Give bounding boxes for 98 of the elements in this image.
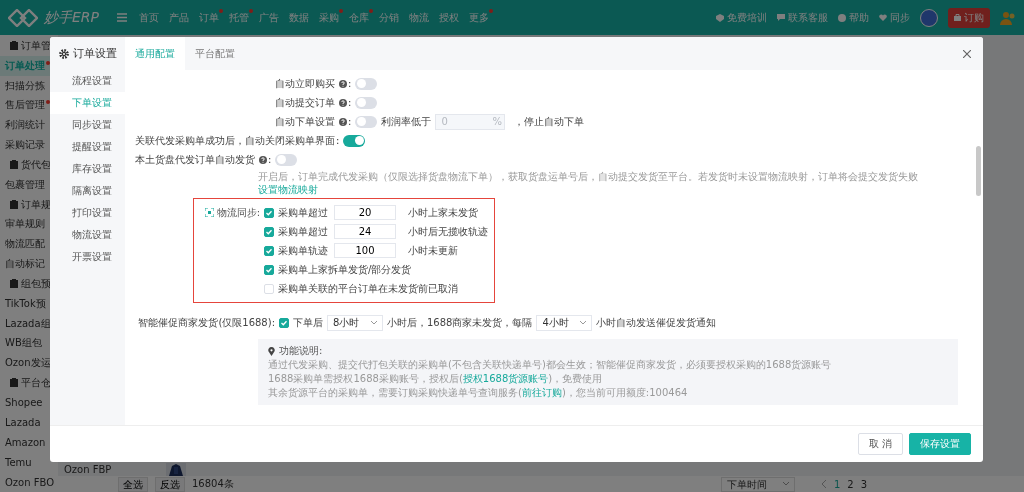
toggle-switch[interactable] (355, 96, 378, 109)
checkbox[interactable] (264, 226, 274, 237)
settings-nav-item[interactable]: 库存设置 (50, 158, 125, 180)
settings-nav-item[interactable]: 同步设置 (50, 114, 125, 136)
colon: : (268, 154, 272, 165)
logo-icon (8, 8, 38, 27)
setting-text: 小时后无揽收轨迹 (408, 224, 488, 239)
toggle-switch[interactable] (275, 153, 298, 166)
setting-text: 小时后，1688商家未发货，每隔 (387, 316, 533, 330)
setting-description: 开启后，订单完成代发采购（仅限选择货盘物流下单），获取货盘运单号后，自动提交发货至平台。若发货时未设置物流映射，订单将会提交发货失败 设置物流映射 (258, 170, 919, 196)
clipboard-icon (10, 378, 18, 388)
invert-selection-button[interactable]: 反选 (155, 476, 185, 492)
info-text: 1688采购单需授权1688采购账号，授权后(授权1688货源账号)，免费使用 (268, 372, 604, 386)
checkbox-label: 采购单轨迹 (278, 243, 329, 258)
info-link[interactable]: 授权1688货源账号 (462, 373, 549, 384)
setting-label: 自动提交订单 (274, 95, 335, 110)
checkbox-label: 下单后 (293, 316, 323, 330)
settings-icon (59, 48, 69, 59)
hours-select[interactable]: 8小时 (327, 315, 383, 331)
chevron-down-icon (782, 482, 789, 486)
badge-icon (716, 13, 724, 22)
pin-icon (268, 346, 275, 356)
tab[interactable]: 平台配置 (185, 37, 245, 70)
menu-icon[interactable] (117, 13, 127, 22)
avatar-icon[interactable] (920, 8, 938, 27)
settings-nav-item[interactable]: 提醒设置 (50, 136, 125, 158)
mapping-link[interactable]: 设置物流映射 (258, 184, 318, 195)
colon: : (348, 78, 352, 89)
settings-nav-item[interactable]: 下单设置 (50, 92, 125, 114)
setting-text: ，停止自动下单 (513, 114, 584, 129)
settings-nav-item[interactable]: 物流设置 (50, 224, 125, 246)
select-all-button[interactable]: 全选 (118, 476, 148, 492)
page-link[interactable]: 2 (847, 478, 854, 490)
page-link[interactable]: 3 (860, 478, 867, 490)
help-icon (838, 13, 846, 22)
sidebar-group-label: 订单管 (21, 38, 51, 53)
order-button[interactable]: 订购 (948, 7, 990, 28)
people-icon[interactable] (1000, 10, 1016, 25)
setting-label: 智能催促商家发货(仅限1688): (137, 316, 275, 330)
toggle-switch[interactable] (343, 134, 366, 147)
hours-field[interactable]: 100 (334, 243, 396, 258)
settings-nav-item[interactable]: 打印设置 (50, 202, 125, 224)
tab[interactable]: 通用配置 (125, 37, 185, 70)
cancel-button[interactable]: 取 消 (857, 433, 903, 455)
setting-label: 自动立即购买 (274, 76, 335, 91)
heart-icon (879, 13, 887, 22)
chevron-left-icon[interactable] (821, 480, 827, 488)
clipboard-icon (10, 279, 18, 289)
checkbox[interactable] (264, 245, 274, 256)
setting-text: 小时自动发送催促发货通知 (596, 316, 717, 330)
checkbox-label: 采购单上家拆单发货/部分发货 (278, 262, 412, 277)
settings-nav-item[interactable]: 隔离设置 (50, 180, 125, 202)
sidebar-group-label: 货代包 (21, 157, 51, 172)
sort-select[interactable]: 下单时间 (720, 476, 795, 492)
frame-icon (204, 208, 214, 217)
sidebar-group-label: 组包预 (21, 276, 51, 291)
setting-label: 本土货盘代发订单自动发货 (135, 152, 255, 167)
info-text: 其余货源平台的采购单，需要订购采购快递单号查询服务(前往订购)，您当前可用额度:100464 (268, 386, 689, 400)
colon: : (348, 97, 352, 108)
sidebar-group-label: 平台仓 (21, 376, 51, 390)
setting-text: 小时未更新 (408, 243, 458, 258)
hours-field[interactable]: 24 (334, 224, 396, 239)
unit-label: % (492, 116, 502, 127)
clipboard-icon (10, 160, 18, 170)
checkbox[interactable] (264, 207, 274, 218)
hours-select[interactable]: 4小时 (536, 315, 593, 331)
setting-text: 小时上家未发货 (408, 205, 478, 220)
checkbox-label: 采购单超过 (278, 224, 329, 239)
item-count: 16804条 (192, 477, 234, 491)
chevron-down-icon (580, 321, 587, 325)
toggle-switch[interactable] (355, 115, 378, 128)
colon: : (336, 135, 340, 146)
checkbox[interactable] (279, 318, 289, 328)
colon: : (348, 116, 352, 127)
store-label: Ozon FBP (64, 463, 112, 475)
chevron-down-icon (371, 321, 377, 325)
scrollbar-thumb[interactable] (976, 146, 981, 196)
info-title: 功能说明: (279, 344, 323, 358)
chat-icon (777, 13, 785, 22)
setting-label: 物流同步: (216, 205, 260, 220)
checkbox-label: 采购单关联的平台订单在未发货前已取消 (278, 281, 458, 296)
settings-nav-item[interactable]: 开票设置 (50, 246, 125, 268)
setting-label: 自动下单设置 (274, 114, 335, 129)
clipboard-icon (10, 200, 18, 210)
setting-label: 关联代发采购单成功后，自动关闭采购单界面 (135, 133, 335, 148)
checkbox[interactable] (264, 264, 274, 275)
info-text: 通过代发采购、提交代打包关联的采购单(不包含关联快递单号)都会生效；智能催促商家发货，必须要授权采购的1688货源账号 (268, 358, 833, 372)
clipboard-icon (10, 41, 18, 51)
save-button[interactable]: 保存设置 (909, 433, 971, 455)
sidebar-item[interactable]: Ozon FBO (0, 472, 58, 492)
toggle-switch[interactable] (355, 77, 378, 90)
setting-label: 利润率低于 (381, 114, 432, 129)
bag-icon (954, 14, 961, 21)
close-icon[interactable] (963, 49, 971, 58)
checkbox-label: 采购单超过 (278, 205, 329, 220)
dialog-title: 订单设置 (73, 46, 117, 61)
sidebar-group-label: 订单规 (21, 197, 51, 212)
hours-field[interactable]: 20 (334, 205, 396, 220)
